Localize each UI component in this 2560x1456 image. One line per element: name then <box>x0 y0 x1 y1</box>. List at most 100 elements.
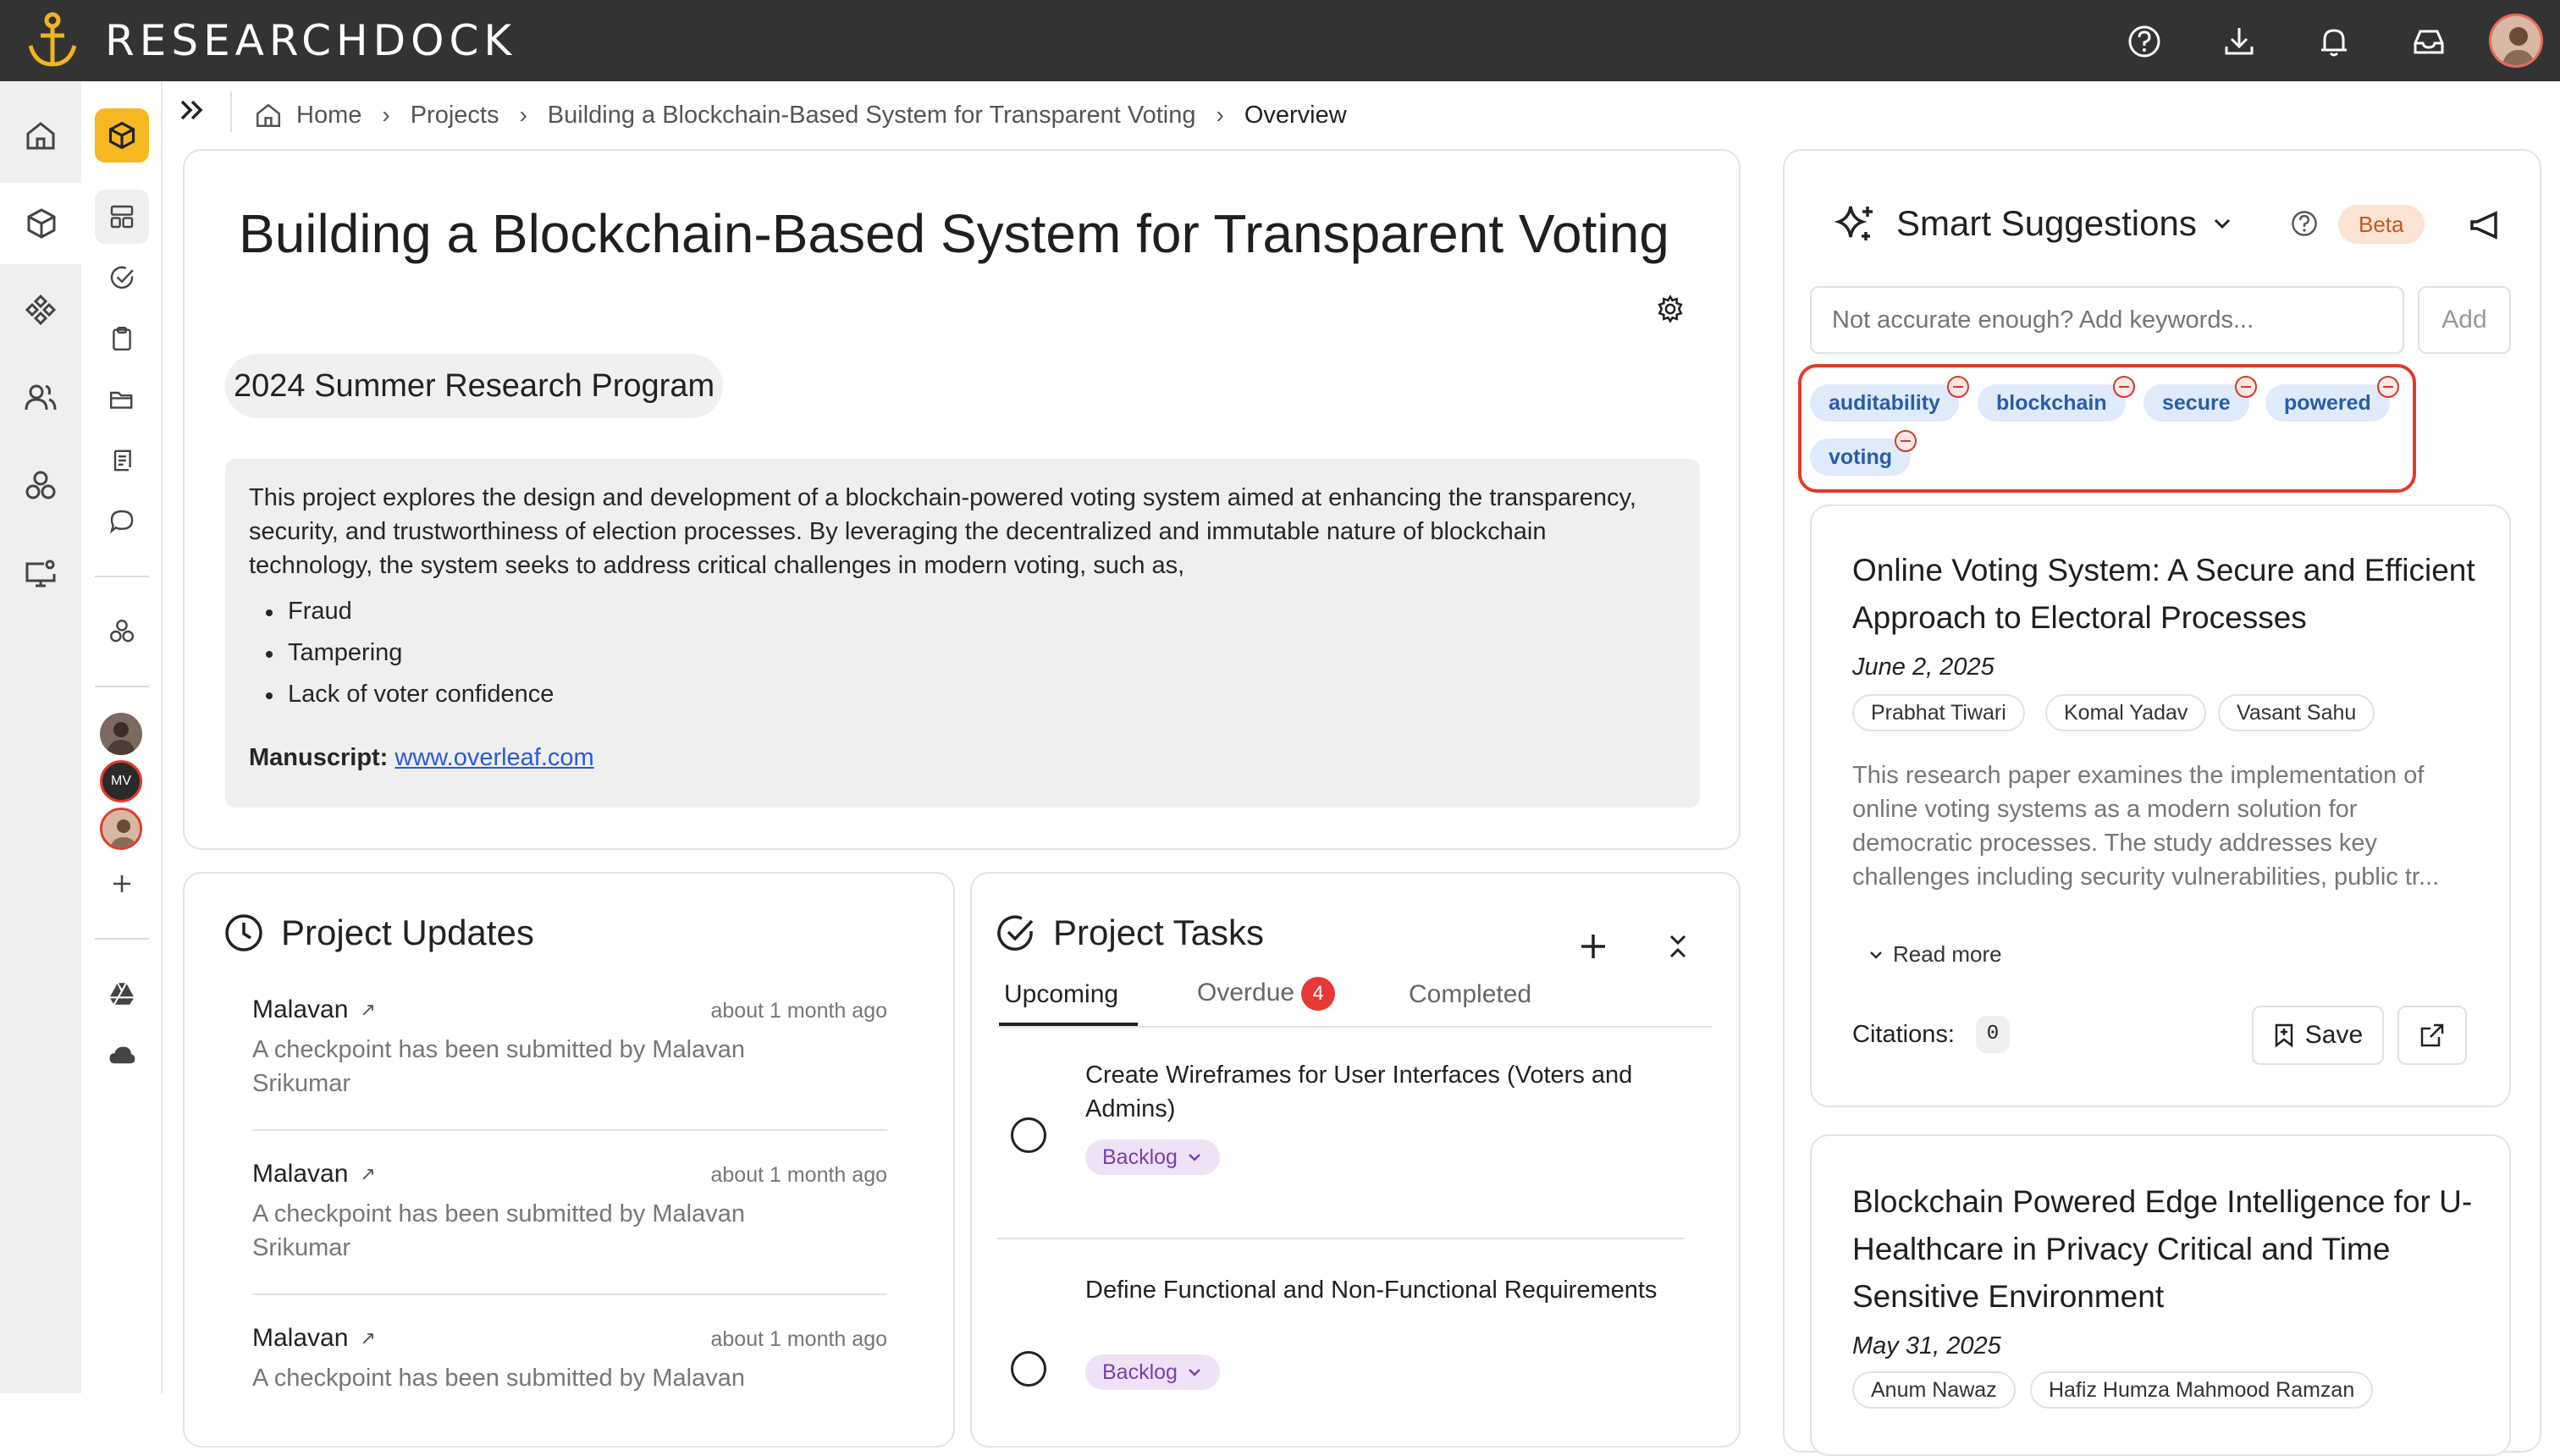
update-time: about 1 month ago <box>710 999 888 1023</box>
member-avatar[interactable] <box>100 713 142 755</box>
update-item[interactable]: Malavan ↗ about 1 month ago A checkpoint … <box>252 1160 887 1265</box>
scroll-document-icon[interactable] <box>95 433 149 488</box>
paper-date: June 2, 2025 <box>1852 654 1994 681</box>
update-item[interactable]: Malavan ↗ about 1 month ago A checkpoint … <box>252 1324 887 1395</box>
manuscript-link[interactable]: www.overleaf.com <box>394 744 593 771</box>
help-icon[interactable] <box>2123 20 2166 63</box>
paper-title[interactable]: Online Voting System: A Secure and Effic… <box>1852 547 2496 642</box>
cloud-storage-icon[interactable] <box>95 1028 149 1082</box>
beta-badge: Beta <box>2338 205 2425 244</box>
keyword-chip: secure <box>2143 384 2249 422</box>
folder-icon[interactable] <box>95 372 149 427</box>
expand-sidebar-icon[interactable] <box>174 93 208 127</box>
save-label: Save <box>2304 1021 2364 1049</box>
smart-suggestions-title: Smart Suggestions <box>1896 203 2197 243</box>
breadcrumb-projects[interactable]: Projects <box>411 102 499 130</box>
task-status-label: Backlog <box>1102 1145 1178 1169</box>
nav-components-icon[interactable] <box>0 269 81 350</box>
author-chip[interactable]: Prabhat Tiwari <box>1852 694 2025 731</box>
add-task-icon[interactable] <box>1576 929 1610 963</box>
project-cube-icon[interactable] <box>95 108 149 163</box>
megaphone-icon[interactable] <box>2467 207 2504 244</box>
help-icon[interactable] <box>2291 210 2318 237</box>
update-divider <box>252 1129 887 1131</box>
google-drive-icon[interactable] <box>95 967 149 1021</box>
chevron-down-icon <box>2210 212 2234 235</box>
task-divider <box>997 1238 1685 1239</box>
nav-people-icon[interactable] <box>0 357 81 438</box>
remove-keyword-icon[interactable] <box>2113 376 2135 398</box>
clipboard-icon[interactable] <box>95 312 149 366</box>
tasks-title: Project Tasks <box>1053 913 1264 952</box>
arrow-up-right-icon: ↗ <box>360 1327 376 1348</box>
author-chip[interactable]: Komal Yadav <box>2045 694 2207 731</box>
bell-icon[interactable] <box>2313 20 2355 63</box>
task-status-dropdown[interactable]: Backlog <box>1085 1139 1220 1175</box>
overview-layout-icon[interactable] <box>95 190 149 244</box>
author-chip[interactable]: Anum Nawaz <box>1852 1371 2016 1409</box>
remove-keyword-icon[interactable] <box>2377 376 2399 398</box>
sparkles-icon <box>1832 200 1879 247</box>
remove-keyword-icon[interactable] <box>1895 430 1917 452</box>
keyword-chip: powered <box>2265 384 2390 422</box>
sidebar-divider <box>95 576 149 577</box>
update-time: about 1 month ago <box>710 1327 888 1351</box>
task-complete-radio[interactable] <box>1011 1351 1046 1387</box>
task-status-dropdown[interactable]: Backlog <box>1085 1354 1220 1390</box>
nav-home-icon[interactable] <box>0 95 81 176</box>
read-more-toggle[interactable]: Read more <box>1868 941 2002 968</box>
chat-bubble-icon[interactable] <box>95 494 149 549</box>
home-icon[interactable] <box>254 101 283 130</box>
tab-overdue[interactable]: Overdue 4 <box>1197 977 1336 1011</box>
citations-count: 0 <box>1976 1016 2010 1053</box>
tab-upcoming[interactable]: Upcoming <box>1004 980 1118 1009</box>
breadcrumb-home[interactable]: Home <box>296 102 361 130</box>
add-keyword-button[interactable]: Add <box>2418 286 2511 354</box>
external-link-button[interactable] <box>2397 1006 2467 1065</box>
external-link-icon <box>2419 1022 2446 1049</box>
tab-overdue-label: Overdue <box>1197 978 1295 1007</box>
gear-icon[interactable] <box>1656 295 1685 323</box>
update-item[interactable]: Malavan ↗ about 1 month ago A checkpoint … <box>252 995 887 1100</box>
breadcrumb: Home › Projects › Building a Blockchain-… <box>254 95 1347 135</box>
breadcrumb-divider <box>230 91 232 132</box>
collapse-icon[interactable] <box>1661 929 1695 963</box>
paper-title[interactable]: Blockchain Powered Edge Intelligence for… <box>1852 1178 2496 1321</box>
breadcrumb-project[interactable]: Building a Blockchain-Based System for T… <box>548 102 1196 130</box>
citations-label: Citations: <box>1852 1021 1955 1048</box>
arrow-up-right-icon: ↗ <box>360 999 376 1020</box>
tab-completed[interactable]: Completed <box>1409 980 1531 1009</box>
nav-network-icon[interactable] <box>0 445 81 527</box>
brand-name[interactable]: RESEARCHDOCK <box>105 19 516 63</box>
remove-keyword-icon[interactable] <box>1947 376 1969 398</box>
download-icon[interactable] <box>2218 20 2260 63</box>
user-avatar[interactable] <box>2489 14 2543 68</box>
chevron-right-icon: › <box>519 102 527 128</box>
sidebar-divider <box>95 938 149 940</box>
paper-abstract: This research paper examines the impleme… <box>1852 762 2440 891</box>
task-title[interactable]: Create Wireframes for User Interfaces (V… <box>1085 1058 1678 1126</box>
description-bullets: Fraud Tampering Lack of voter confidence <box>249 591 1676 715</box>
keyword-input[interactable] <box>1810 286 2404 354</box>
author-chip[interactable]: Vasant Sahu <box>2218 694 2375 731</box>
team-network-icon[interactable] <box>95 604 149 659</box>
member-avatar-initials[interactable]: MV <box>100 760 142 802</box>
remove-keyword-icon[interactable] <box>2235 376 2257 398</box>
inbox-icon[interactable] <box>2408 20 2450 63</box>
member-avatar[interactable] <box>100 808 142 850</box>
nav-projects-icon[interactable] <box>0 183 83 264</box>
program-tag: 2024 Summer Research Program <box>225 354 724 418</box>
bookmark-icon <box>2273 1023 2295 1048</box>
task-complete-radio[interactable] <box>1011 1117 1046 1153</box>
project-description: This project explores the design and dev… <box>225 459 1700 808</box>
smart-suggestions-dropdown[interactable]: Smart Suggestions <box>1896 203 2234 244</box>
tasks-check-icon[interactable] <box>95 251 149 305</box>
task-title[interactable]: Define Functional and Non-Functional Req… <box>1085 1273 1678 1307</box>
check-circle-icon <box>996 913 1036 953</box>
anchor-logo-icon[interactable] <box>25 12 80 69</box>
nav-monitor-settings-icon[interactable] <box>0 533 81 615</box>
add-member-icon[interactable] <box>95 857 149 911</box>
save-paper-button[interactable]: Save <box>2252 1006 2384 1065</box>
task-status-label: Backlog <box>1102 1360 1178 1384</box>
author-chip[interactable]: Hafiz Humza Mahmood Ramzan <box>2030 1371 2374 1409</box>
